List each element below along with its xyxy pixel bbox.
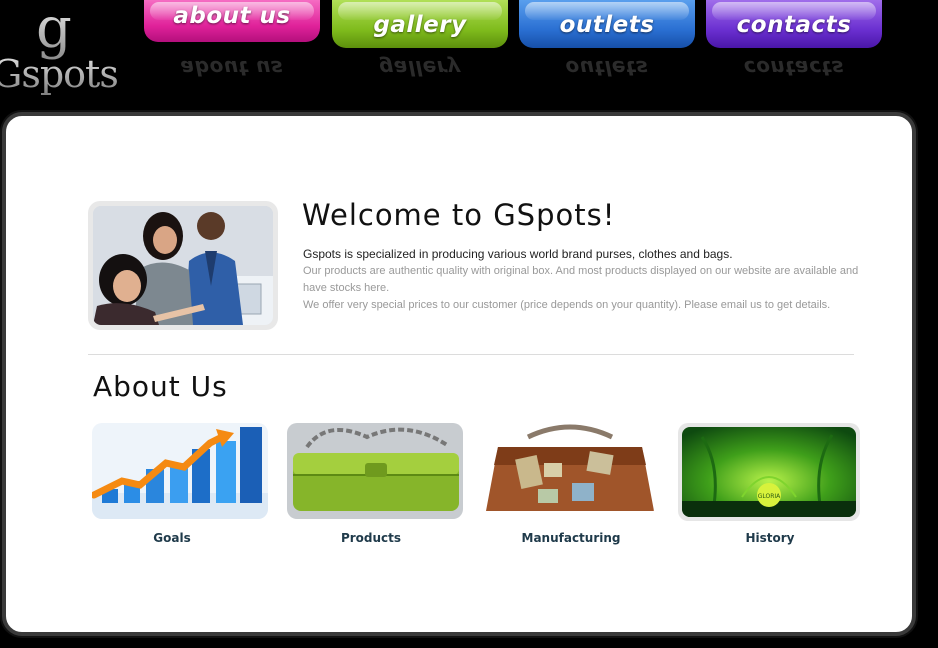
nav-reflection-contacts: contacts: [743, 56, 845, 80]
manufacturing-link[interactable]: Manufacturing: [483, 531, 659, 545]
goals-link[interactable]: Goals: [84, 531, 260, 545]
nav-tab-gallery[interactable]: gallery: [332, 0, 508, 48]
leather-bag-image: [478, 423, 654, 519]
logo-wordmark: Gspots: [0, 52, 119, 96]
green-purse-image: [287, 423, 463, 519]
office-team-illustration: [93, 206, 273, 325]
products-link[interactable]: Products: [283, 531, 459, 545]
goals-thumbnail[interactable]: [92, 423, 268, 519]
nav-tab-label: contacts: [736, 12, 852, 38]
nav-reflection-gallery: gallery: [379, 56, 461, 80]
nav-tab-label: about us: [173, 3, 291, 29]
nav-tab-outlets[interactable]: outlets: [519, 0, 695, 48]
green-swirl-image: GLORIA: [682, 427, 856, 518]
manufacturing-thumbnail[interactable]: [478, 423, 654, 519]
history-link[interactable]: History: [682, 531, 858, 545]
nav-reflection-outlets: outlets: [565, 56, 649, 80]
nav-tab-label: gallery: [373, 12, 467, 38]
growth-chart-image: [92, 423, 268, 519]
nav-tab-contacts[interactable]: contacts: [706, 0, 882, 48]
site-logo[interactable]: g Gspots: [0, 0, 130, 100]
history-badge-text: GLORIA: [758, 493, 781, 500]
welcome-heading: Welcome to GSpots!: [302, 198, 616, 232]
welcome-text: Gspots is specialized in producing vario…: [303, 246, 863, 314]
section-divider: [88, 354, 854, 355]
welcome-paragraph-2: Our products are authentic quality with …: [303, 265, 859, 294]
nav-tab-about-us[interactable]: about us: [144, 0, 320, 42]
nav-tab-label: outlets: [559, 12, 655, 38]
welcome-photo: [88, 201, 278, 330]
welcome-lead: Gspots is specialized in producing vario…: [303, 247, 733, 261]
about-us-heading: About Us: [93, 370, 228, 403]
welcome-paragraph-3: We offer very special prices to our cust…: [303, 299, 831, 311]
products-thumbnail[interactable]: [287, 423, 463, 519]
nav-reflection-about-us: about us: [180, 56, 284, 80]
history-thumbnail[interactable]: GLORIA: [678, 423, 860, 521]
